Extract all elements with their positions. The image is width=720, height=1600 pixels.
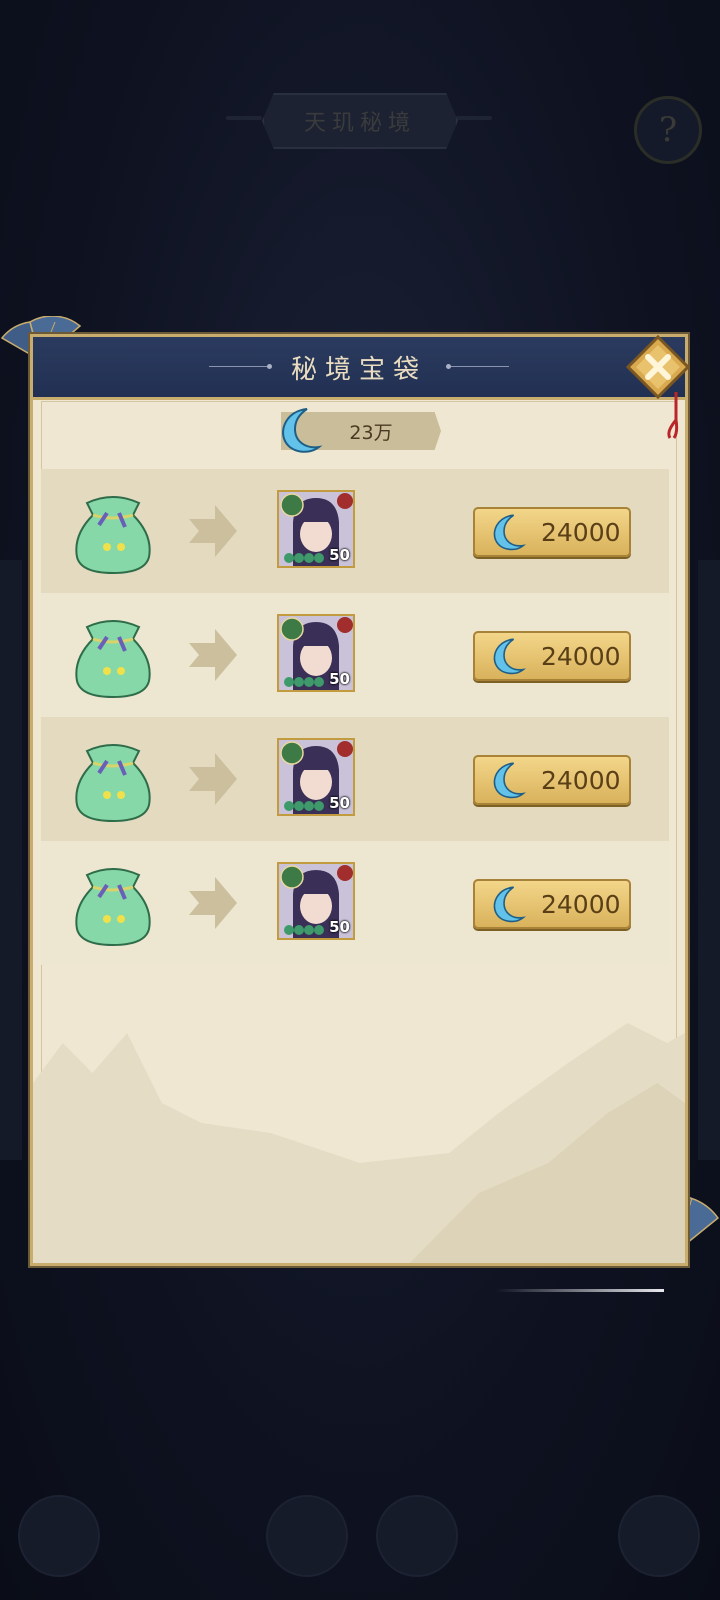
hero-level: 50 bbox=[329, 794, 350, 812]
price-value: 24000 bbox=[541, 765, 621, 795]
hero-card[interactable]: 50 bbox=[277, 738, 355, 816]
hero-card[interactable]: 50 bbox=[277, 862, 355, 940]
mountain-backdrop bbox=[33, 1023, 685, 1263]
right-arrow-icon bbox=[189, 753, 237, 805]
bag-row-3: 50 24000 bbox=[41, 717, 669, 841]
crescent-moon-icon bbox=[493, 762, 526, 799]
hero-card[interactable]: 50 bbox=[277, 614, 355, 692]
scroll-indicator bbox=[496, 1289, 664, 1292]
panel-title: 秘境宝袋 bbox=[290, 354, 427, 385]
scene-title: 天玑秘境 bbox=[262, 93, 458, 149]
tassel-icon bbox=[667, 392, 679, 439]
balance-value: 23万 bbox=[349, 421, 393, 444]
bag-row-1: 50 24000 bbox=[41, 469, 669, 593]
back-icon[interactable] bbox=[18, 1495, 100, 1577]
crescent-moon-icon bbox=[493, 886, 526, 923]
purchase-button[interactable]: 24000 bbox=[473, 631, 631, 681]
side-decor-left bbox=[0, 560, 22, 1160]
treasure-bag-panel: 秘境宝袋 23万 50 24000 50 24000 50 24000 50 2… bbox=[30, 334, 688, 1266]
nav-icon-1[interactable] bbox=[266, 1495, 348, 1577]
crescent-moon-icon bbox=[493, 638, 526, 675]
bag-row-2: 50 24000 bbox=[41, 593, 669, 717]
purchase-button[interactable]: 24000 bbox=[473, 755, 631, 805]
hero-level: 50 bbox=[329, 670, 350, 688]
green-pouch-icon bbox=[75, 744, 151, 823]
right-arrow-icon bbox=[189, 877, 237, 929]
hero-level: 50 bbox=[329, 546, 350, 564]
right-arrow-icon bbox=[189, 629, 237, 681]
close-icon[interactable] bbox=[626, 335, 690, 399]
help-icon: ? bbox=[658, 110, 678, 150]
price-value: 24000 bbox=[541, 641, 621, 671]
nav-icon-3[interactable] bbox=[618, 1495, 700, 1577]
header-deco-left bbox=[209, 364, 272, 369]
title-deco-left bbox=[226, 116, 262, 120]
panel-header: 秘境宝袋 bbox=[33, 337, 685, 400]
side-decor-right bbox=[698, 560, 720, 1160]
nav-icon-2[interactable] bbox=[376, 1495, 458, 1577]
hero-card[interactable]: 50 bbox=[277, 490, 355, 568]
purchase-button[interactable]: 24000 bbox=[473, 879, 631, 929]
title-deco-right bbox=[456, 116, 492, 120]
crescent-moon-icon bbox=[493, 514, 526, 551]
price-value: 24000 bbox=[541, 517, 621, 547]
help-button[interactable]: ? bbox=[634, 96, 702, 164]
hero-level: 50 bbox=[329, 918, 350, 936]
header-deco-right bbox=[446, 364, 509, 369]
right-arrow-icon bbox=[189, 505, 237, 557]
green-pouch-icon bbox=[75, 496, 151, 575]
purchase-button[interactable]: 24000 bbox=[473, 507, 631, 557]
green-pouch-icon bbox=[75, 620, 151, 699]
green-pouch-icon bbox=[75, 868, 151, 947]
crescent-moon-icon bbox=[282, 408, 323, 453]
price-value: 24000 bbox=[541, 889, 621, 919]
bag-row-4: 50 24000 bbox=[41, 841, 669, 965]
